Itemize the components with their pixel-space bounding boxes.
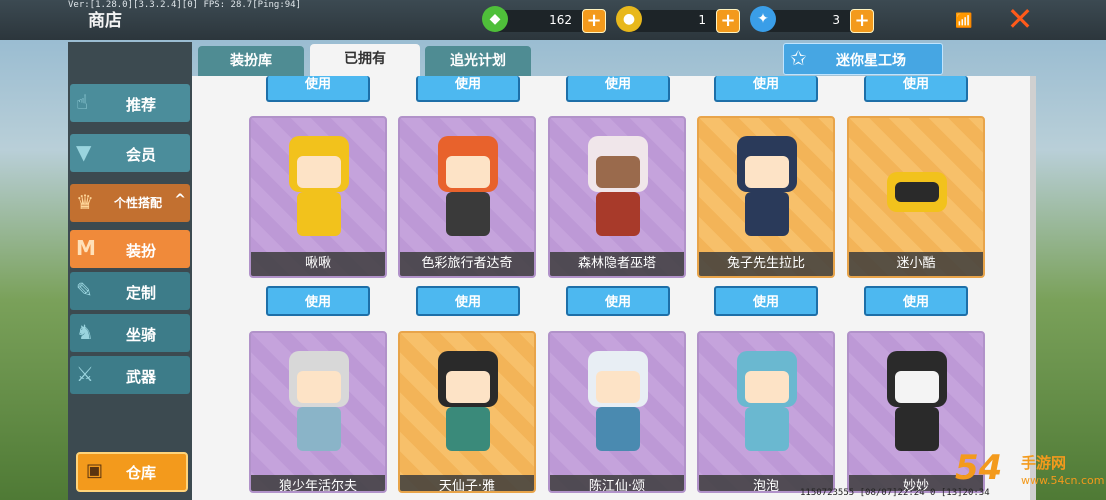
character-figure bbox=[275, 132, 363, 242]
character-figure bbox=[574, 132, 662, 242]
vip-icon: ▼ bbox=[76, 140, 92, 164]
sidebar-item-label: 武器 bbox=[126, 368, 157, 386]
coin-count: 1 bbox=[698, 13, 706, 27]
sidebar-item-vip[interactable]: ▼ 会员 bbox=[70, 134, 190, 172]
trophy-icon: ♛ bbox=[76, 190, 94, 214]
outfit-name: 天仙子·雅 bbox=[400, 475, 534, 491]
outfit-icon: M bbox=[76, 236, 96, 260]
outfit-card[interactable]: 狼少年活尔夫 bbox=[249, 331, 387, 493]
add-coins-button[interactable]: + bbox=[716, 9, 740, 33]
chevron-up-icon: ^ bbox=[174, 192, 186, 208]
studio-label: 迷你星工场 bbox=[836, 53, 906, 69]
watermark-brand: 手游网 bbox=[1021, 454, 1067, 472]
currency-star-coins: ✦ 3 + bbox=[750, 6, 874, 33]
character-figure bbox=[424, 132, 512, 242]
outfit-card[interactable]: 森林隐者巫塔 bbox=[548, 116, 686, 278]
character-figure bbox=[723, 347, 811, 457]
outfit-name: 兔子先生拉比 bbox=[699, 252, 833, 276]
tab-chase-light[interactable]: 追光计划 bbox=[425, 46, 531, 76]
gold-coin-icon: ● bbox=[616, 6, 642, 32]
sidebar-item-weapon[interactable]: ⚔ 武器 bbox=[70, 356, 190, 394]
use-button[interactable]: 使用 bbox=[566, 286, 670, 316]
use-button[interactable]: 使用 bbox=[714, 76, 818, 102]
watermark-logo: 54 手游网 www.54cn.com bbox=[955, 448, 1105, 500]
tab-wardrobe[interactable]: 装扮库 bbox=[198, 46, 304, 76]
sidebar-item-outfit[interactable]: M 装扮 bbox=[70, 230, 190, 268]
add-gems-button[interactable]: + bbox=[582, 9, 606, 33]
signal-icon: 📶 bbox=[955, 13, 973, 29]
tab-owned[interactable]: 已拥有 bbox=[310, 44, 420, 78]
use-button[interactable]: 使用 bbox=[566, 76, 670, 102]
sidebar-item-label: 个性搭配 bbox=[114, 196, 163, 210]
use-button[interactable]: 使用 bbox=[266, 286, 370, 316]
close-button[interactable]: ✕ bbox=[1000, 0, 1040, 40]
use-button[interactable]: 使用 bbox=[416, 76, 520, 102]
character-figure bbox=[873, 132, 961, 242]
outfit-card[interactable]: 兔子先生拉比 bbox=[697, 116, 835, 278]
watermark-url: www.54cn.com bbox=[1021, 474, 1105, 487]
currency-gems: ◆ 162 + bbox=[482, 6, 606, 33]
character-figure bbox=[275, 347, 363, 457]
outfit-card[interactable]: 天仙子·雅 bbox=[398, 331, 536, 493]
sidebar-item-label: 会员 bbox=[126, 146, 157, 164]
sidebar-item-label: 坐骑 bbox=[126, 326, 157, 344]
sidebar-group-personal[interactable]: ♛ 个性搭配 ^ bbox=[70, 184, 190, 222]
character-figure bbox=[723, 132, 811, 242]
outfit-card[interactable]: 啾啾 bbox=[249, 116, 387, 278]
gun-icon: ⚔ bbox=[76, 362, 94, 386]
outfit-name: 啾啾 bbox=[251, 252, 385, 276]
character-figure bbox=[574, 347, 662, 457]
character-figure bbox=[424, 347, 512, 457]
outfit-card[interactable]: 泡泡 bbox=[697, 331, 835, 493]
sidebar-item-recommend[interactable]: ☝ 推荐 bbox=[70, 84, 190, 122]
star-icon: ✩ bbox=[790, 46, 807, 70]
sidebar-item-label: 装扮 bbox=[126, 242, 157, 260]
use-button[interactable]: 使用 bbox=[714, 286, 818, 316]
sidebar-item-custom[interactable]: ✎ 定制 bbox=[70, 272, 190, 310]
outfit-card[interactable]: 迷小酷 bbox=[847, 116, 985, 278]
sidebar-item-label: 定制 bbox=[126, 284, 157, 302]
chest-icon: ▣ bbox=[86, 460, 104, 481]
outfit-card[interactable]: 陈江仙·颂 bbox=[548, 331, 686, 493]
use-button[interactable]: 使用 bbox=[416, 286, 520, 316]
green-gem-icon: ◆ bbox=[482, 6, 508, 32]
sidebar-item-label: 推荐 bbox=[126, 96, 157, 114]
outfit-name: 陈江仙·颂 bbox=[550, 475, 684, 491]
outfit-name: 森林隐者巫塔 bbox=[550, 252, 684, 276]
outfit-name: 色彩旅行者达奇 bbox=[400, 252, 534, 276]
scrollbar[interactable] bbox=[1030, 76, 1036, 500]
mount-icon: ♞ bbox=[76, 320, 94, 344]
gem-count: 162 bbox=[549, 13, 572, 27]
mini-studio-button[interactable]: ✩ 迷你星工场 bbox=[783, 43, 943, 75]
sidebar-item-mount[interactable]: ♞ 坐骑 bbox=[70, 314, 190, 352]
use-button[interactable]: 使用 bbox=[864, 76, 968, 102]
outfit-name: 迷小酷 bbox=[849, 252, 983, 276]
character-figure bbox=[873, 347, 961, 457]
currency-coins: ● 1 + bbox=[616, 6, 740, 33]
use-button[interactable]: 使用 bbox=[266, 76, 370, 102]
thumbs-up-icon: ☝ bbox=[76, 90, 89, 114]
storage-label: 仓库 bbox=[126, 464, 157, 482]
use-button[interactable]: 使用 bbox=[864, 286, 968, 316]
blue-star-coin-icon: ✦ bbox=[750, 6, 776, 32]
add-star-coins-button[interactable]: + bbox=[850, 9, 874, 33]
storage-button[interactable]: ▣ 仓库 bbox=[76, 452, 188, 492]
star-coin-count: 3 bbox=[832, 13, 840, 27]
pencil-icon: ✎ bbox=[76, 278, 93, 302]
outfit-name: 狼少年活尔夫 bbox=[251, 475, 385, 491]
outfit-card[interactable]: 色彩旅行者达奇 bbox=[398, 116, 536, 278]
page-title: 商店 bbox=[88, 11, 122, 31]
watermark-number: 54 bbox=[955, 448, 1003, 488]
